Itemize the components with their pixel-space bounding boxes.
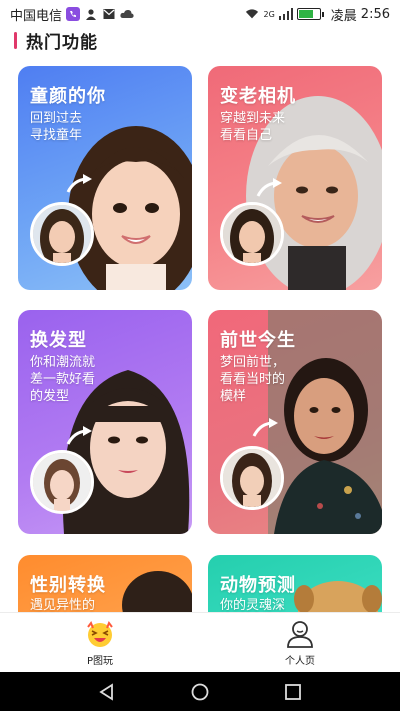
time-prefix-label: 凌晨 (330, 8, 357, 24)
bottom-tab-bar: P图玩 个人页 (0, 612, 400, 672)
arrow-icon (66, 426, 92, 445)
card-subtitle: 你的灵魂深 (220, 598, 286, 613)
section-header: 热门功能 (14, 30, 98, 53)
emoji-face-icon (87, 620, 113, 647)
tab-label: P图玩 (86, 655, 114, 667)
tab-label: 个人页 (285, 655, 315, 667)
mail-icon (102, 7, 116, 21)
person-icon (287, 620, 313, 648)
card-animal-prediction[interactable]: 动物预测 你的灵魂深 (208, 555, 382, 613)
cloud-icon (120, 7, 134, 21)
source-face-thumbnail (220, 202, 284, 266)
status-bar: 中国电信 2G 凌晨 2:56 (0, 0, 400, 28)
card-subtitle: 穿越到未来 看看自己 (220, 111, 286, 143)
card-aging-camera[interactable]: 变老相机 穿越到未来 看看自己 (208, 66, 382, 290)
section-title: 热门功能 (26, 32, 98, 53)
source-face-thumbnail (30, 202, 94, 266)
recent-apps-icon[interactable] (284, 683, 302, 701)
card-subtitle: 回到过去 寻找童年 (30, 111, 83, 143)
card-title: 换发型 (30, 330, 87, 351)
arrow-icon (256, 178, 282, 197)
source-face-thumbnail (30, 450, 94, 514)
arrow-icon (252, 418, 278, 437)
card-subtitle: 你和潮流就 差一款好看 的发型 (30, 355, 96, 404)
wifi-icon (245, 7, 259, 21)
status-left: 中国电信 (10, 5, 134, 24)
system-navigation-bar (0, 672, 400, 711)
card-title: 前世今生 (220, 330, 296, 351)
card-child-face[interactable]: 童颜的你 回到过去 寻找童年 (18, 66, 192, 290)
contact-icon (84, 7, 98, 21)
card-title: 变老相机 (220, 86, 296, 107)
card-title: 性别转换 (30, 575, 106, 596)
tab-profile[interactable]: 个人页 (200, 613, 400, 672)
phone-app-icon (66, 7, 81, 21)
card-hairstyle[interactable]: 换发型 你和潮流就 差一款好看 的发型 (18, 310, 192, 534)
back-icon[interactable] (98, 682, 116, 701)
card-title: 动物预测 (220, 575, 296, 596)
home-icon[interactable] (191, 683, 209, 701)
card-gender-swap[interactable]: 性别转换 遇见异性的 (18, 555, 192, 613)
status-right: 2G 凌晨 2:56 (245, 5, 390, 24)
tab-p-play[interactable]: P图玩 (0, 613, 200, 672)
card-title: 童颜的你 (30, 86, 106, 107)
arrow-icon (66, 174, 92, 193)
source-face-thumbnail (220, 446, 284, 510)
accent-bar (14, 31, 17, 49)
battery-icon (296, 8, 324, 20)
card-subtitle: 梦回前世， 看看当时的 模样 (220, 355, 286, 404)
signal-icon (278, 7, 293, 21)
network-type-label: 2G (263, 9, 275, 19)
time-label: 2:56 (360, 6, 390, 22)
card-subtitle: 遇见异性的 (30, 598, 96, 613)
carrier-label: 中国电信 (10, 8, 63, 24)
card-past-life[interactable]: 前世今生 梦回前世， 看看当时的 模样 (208, 310, 382, 534)
